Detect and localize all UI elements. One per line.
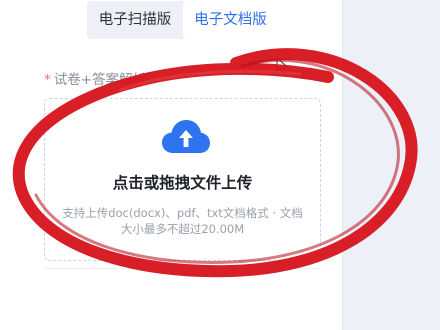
version-tab-group: 电子扫描版 电子文档版	[87, 1, 278, 39]
tab-scan-version[interactable]: 电子扫描版	[87, 1, 183, 39]
upload-size-hint: 大小最多不超过20.00M	[120, 222, 245, 236]
tab-document-version[interactable]: 电子文档版	[183, 1, 278, 39]
divider	[44, 268, 321, 269]
panel-divider	[342, 0, 343, 330]
cloud-upload-icon	[162, 120, 210, 153]
upload-format-hint: 支持上传doc(docx)、pdf、txt文档格式 · 文档	[62, 206, 303, 220]
field-label: * 试卷+答案解析	[44, 68, 146, 88]
required-mark: *	[44, 72, 51, 88]
right-side-panel	[342, 0, 440, 330]
mouse-cursor-icon	[276, 57, 290, 76]
field-label-text: 试卷+答案解析	[53, 72, 147, 88]
upload-title: 点击或拖拽文件上传	[112, 174, 253, 192]
upload-dropzone[interactable]: 点击或拖拽文件上传 支持上传doc(docx)、pdf、txt文档格式 · 文档…	[44, 98, 321, 261]
